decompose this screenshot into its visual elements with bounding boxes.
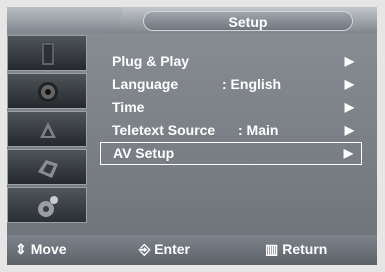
menu-item-value: : English (222, 76, 282, 92)
page-title: Setup (228, 14, 268, 30)
menu-item-plug-and-play[interactable]: Plug & Play ▶ (100, 50, 362, 73)
menu-item-teletext-source[interactable]: Teletext Source : Main ▶ (100, 119, 362, 142)
footer-return: ▥ Return (265, 241, 327, 258)
setup-icon (38, 196, 58, 217)
channel-icon (38, 160, 58, 178)
arrow-right-icon: ▶ (344, 77, 354, 91)
setup-menu: Plug & Play ▶ Language : English ▶ Time … (100, 50, 362, 165)
menu-icon: ▥ (265, 241, 279, 257)
footer-enter-label: Enter (154, 241, 190, 257)
updown-icon: ⇕ (15, 241, 27, 257)
menu-item-label: Teletext Source (112, 122, 216, 138)
footer-move-label: Move (30, 241, 67, 257)
sidebar-item-function[interactable] (7, 149, 87, 185)
footer-return-label: Return (282, 241, 328, 257)
satellite-icon (40, 122, 56, 138)
sidebar (7, 35, 90, 235)
menu-item-value: : Main (238, 122, 279, 138)
speaker-icon (38, 82, 58, 102)
title-bar: Setup (7, 7, 377, 33)
menu-item-time[interactable]: Time ▶ (100, 96, 362, 119)
menu-item-label: Language (112, 76, 179, 92)
menu-item-label: Plug & Play (112, 53, 190, 69)
title-pill: Setup (143, 11, 353, 31)
footer-enter: ⎆ Enter (139, 241, 190, 258)
menu-item-label: AV Setup (113, 145, 175, 161)
arrow-right-icon: ▶ (343, 146, 353, 160)
title-bar-corner (7, 7, 122, 33)
sidebar-item-sound[interactable] (7, 73, 87, 109)
arrow-right-icon: ▶ (344, 123, 354, 137)
menu-item-language[interactable]: Language : English ▶ (100, 73, 362, 96)
sidebar-item-setup[interactable] (7, 187, 87, 223)
osd-screen: Setup Plug & Play ▶ Language: English ▶… (7, 7, 377, 265)
footer-move: ⇕ Move (15, 241, 67, 258)
sidebar-item-picture[interactable] (7, 35, 87, 71)
menu-item-label: Time (112, 99, 145, 115)
arrow-right-icon: ▶ (344, 54, 354, 68)
tv-icon (42, 43, 54, 65)
enter-icon: ⎆ (139, 241, 151, 257)
arrow-right-icon: ▶ (344, 100, 354, 114)
sidebar-item-channel[interactable] (7, 111, 87, 147)
footer-bar: ⇕ Move ⎆ Enter ▥ Return (7, 235, 377, 265)
menu-item-av-setup[interactable]: AV Setup ▶ (100, 142, 362, 165)
tv-osd-frame: Setup Plug & Play ▶ Language: English ▶… (7, 7, 377, 265)
